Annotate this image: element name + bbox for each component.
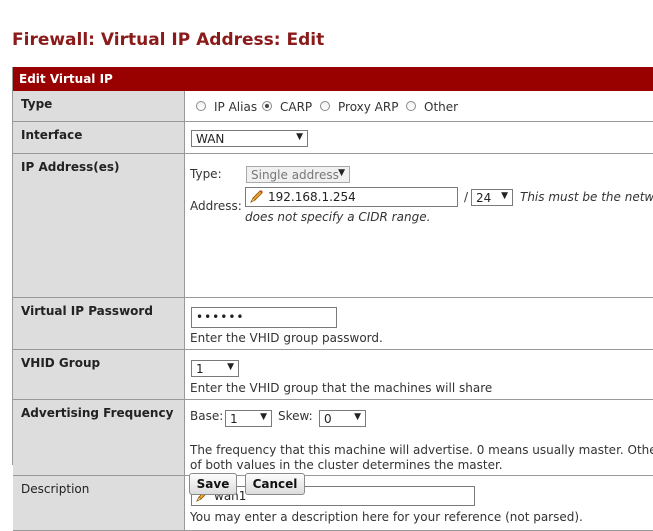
radio-other[interactable] (406, 101, 416, 111)
adv-label-cell: Advertising Frequency (13, 400, 185, 475)
description-label: Description (21, 482, 90, 496)
ip-address-row: IP Address(es) Type: Single address ▼ Ad… (13, 154, 653, 298)
base-select-value: 1 (230, 412, 238, 426)
cidr-note-line2: does not specify a CIDR range. (245, 210, 431, 224)
chevron-down-icon: ▼ (501, 191, 508, 201)
type-options: IP Alias CARP Proxy ARP Other (185, 91, 653, 121)
adv-hint-line2: of both values in the cluster determines… (190, 458, 503, 472)
ip-address-label: IP Address(es) (21, 160, 120, 174)
vhid-label: VHID Group (21, 356, 101, 370)
ip-type-select[interactable]: Single address ▼ (246, 166, 350, 183)
chevron-down-icon: ▼ (260, 412, 267, 422)
edit-virtual-ip-panel: Edit Virtual IP Type IP Alias CARP Proxy… (12, 67, 653, 531)
type-label: Type (21, 97, 53, 111)
radio-carp-label[interactable]: CARP (280, 100, 312, 114)
ip-type-label: Type: (190, 167, 222, 181)
interface-select[interactable]: WAN ▼ (191, 130, 308, 147)
vhid-select-value: 1 (196, 362, 204, 376)
ip-address-content: Type: Single address ▼ Address: 192.168.… (185, 154, 653, 297)
skew-select-value: 0 (324, 412, 332, 426)
base-select[interactable]: 1 ▼ (225, 410, 272, 427)
type-row: Type IP Alias CARP Proxy ARP Other (13, 91, 653, 122)
page-title: Firewall: Virtual IP Address: Edit (12, 30, 325, 50)
cancel-button[interactable]: Cancel (245, 473, 305, 495)
vhid-content: 1 ▼ Enter the VHID group that the machin… (185, 350, 653, 399)
radio-other-label[interactable]: Other (424, 100, 458, 114)
panel-header: Edit Virtual IP (13, 67, 653, 91)
cidr-note-line1: This must be the network's subnet mask. … (520, 190, 653, 204)
password-content: •••••• Enter the VHID group password. (185, 298, 653, 349)
adv-hint-line1: The frequency that this machine will adv… (190, 443, 653, 457)
cidr-select[interactable]: 24 ▼ (471, 189, 513, 206)
password-value: •••••• (196, 310, 245, 324)
radio-proxy-arp[interactable] (320, 101, 330, 111)
description-hint: You may enter a description here for you… (190, 510, 583, 524)
save-button[interactable]: Save (189, 473, 237, 495)
password-row: Virtual IP Password •••••• Enter the VHI… (13, 298, 653, 350)
chevron-down-icon: ▼ (338, 168, 345, 178)
interface-content: WAN ▼ (185, 122, 653, 153)
advertising-frequency-row: Advertising Frequency Base: 1 ▼ Skew: 0 … (13, 400, 653, 476)
password-input[interactable]: •••••• (191, 307, 337, 328)
skew-select[interactable]: 0 ▼ (319, 410, 366, 427)
interface-label-cell: Interface (13, 122, 185, 153)
address-input[interactable]: 192.168.1.254 (245, 187, 458, 207)
base-label: Base: (190, 409, 224, 423)
adv-label: Advertising Frequency (21, 406, 174, 420)
ip-address-label-cell: IP Address(es) (13, 154, 185, 297)
ip-type-select-value: Single address (251, 168, 339, 182)
cidr-slash: / (464, 190, 469, 204)
password-label-cell: Virtual IP Password (13, 298, 185, 349)
description-label-cell: Description (13, 476, 185, 530)
skew-label: Skew: (278, 409, 313, 423)
pencil-icon (250, 190, 263, 203)
radio-ip-alias[interactable] (196, 101, 206, 111)
address-value: 192.168.1.254 (268, 190, 356, 204)
interface-label: Interface (21, 128, 83, 142)
adv-content: Base: 1 ▼ Skew: 0 ▼ The frequency that t… (185, 400, 653, 475)
vhid-label-cell: VHID Group (13, 350, 185, 399)
vhid-hint: Enter the VHID group that the machines w… (190, 381, 493, 395)
description-row: Description wan1 You may enter a descrip… (13, 476, 653, 531)
interface-select-value: WAN (196, 132, 225, 146)
radio-proxy-arp-label[interactable]: Proxy ARP (338, 100, 398, 114)
password-hint: Enter the VHID group password. (190, 331, 383, 345)
cidr-select-value: 24 (476, 191, 492, 205)
address-label: Address: (190, 199, 242, 213)
vhid-select[interactable]: 1 ▼ (191, 360, 239, 377)
type-label-cell: Type (13, 91, 185, 121)
password-label: Virtual IP Password (21, 304, 153, 318)
chevron-down-icon: ▼ (227, 362, 234, 372)
radio-ip-alias-label[interactable]: IP Alias (214, 100, 257, 114)
vhid-row: VHID Group 1 ▼ Enter the VHID group that… (13, 350, 653, 400)
chevron-down-icon: ▼ (296, 132, 303, 142)
panel-header-title: Edit Virtual IP (19, 72, 113, 86)
radio-carp[interactable] (262, 101, 272, 111)
interface-row: Interface WAN ▼ (13, 122, 653, 154)
chevron-down-icon: ▼ (354, 412, 361, 422)
